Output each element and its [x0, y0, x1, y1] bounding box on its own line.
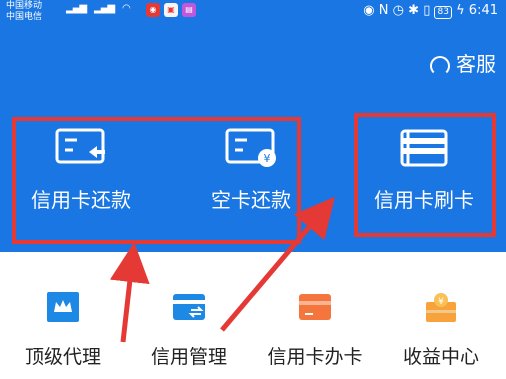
annotation-arrows — [109, 196, 335, 343]
arrow-up — [109, 242, 150, 343]
arrow-diagonal — [220, 196, 335, 332]
